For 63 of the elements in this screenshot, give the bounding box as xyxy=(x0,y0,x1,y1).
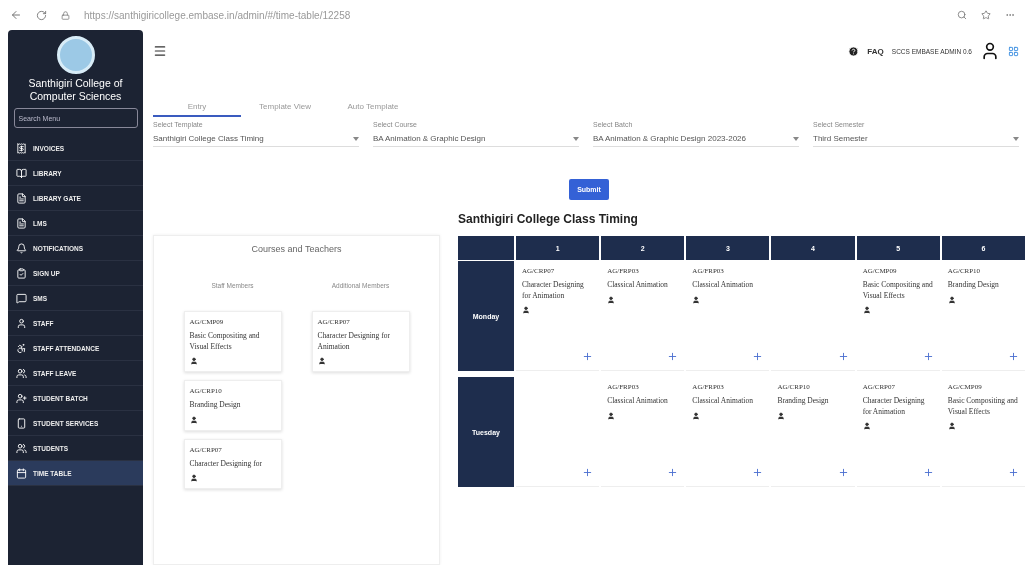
menu-item-icon xyxy=(16,467,27,479)
add-button[interactable] xyxy=(667,467,679,478)
faq-link[interactable]: FAQ xyxy=(867,46,884,56)
menu-item-icon xyxy=(16,317,27,329)
add-button[interactable] xyxy=(752,467,764,478)
teacher-icon xyxy=(607,411,616,420)
menu-item-icon xyxy=(16,142,27,154)
add-button[interactable] xyxy=(837,467,849,478)
teacher-icon xyxy=(317,357,326,365)
teacher-icon xyxy=(862,306,871,314)
header-corner xyxy=(458,236,514,260)
teacher-icon xyxy=(607,295,616,304)
back-icon[interactable] xyxy=(10,9,22,21)
college-logo xyxy=(56,36,95,74)
college-name: Santhigiri College of Computer Sciences xyxy=(27,77,124,103)
add-button[interactable] xyxy=(1008,351,1019,362)
add-button[interactable] xyxy=(582,467,594,478)
caret-icon xyxy=(1013,136,1019,141)
menu-item-icon xyxy=(16,292,27,304)
teacher-icon xyxy=(189,474,198,482)
field-value: Santhigiri College Class Timing xyxy=(153,134,264,143)
add-button[interactable] xyxy=(1008,467,1019,478)
teacher-icon xyxy=(189,357,198,365)
caret-icon xyxy=(793,136,799,141)
add-button[interactable] xyxy=(752,351,764,362)
teacher-icon xyxy=(522,306,530,314)
menu-item-icon xyxy=(16,192,27,204)
field-value: Third Semester xyxy=(813,134,868,143)
search-icon[interactable] xyxy=(957,10,967,20)
caret-icon xyxy=(573,136,579,141)
menu-item-icon xyxy=(16,442,27,454)
avatar-icon[interactable] xyxy=(980,41,1000,61)
menu-item-icon xyxy=(16,342,27,354)
panel-title: Courses and Teachers xyxy=(251,244,342,254)
menu-item-icon xyxy=(16,367,27,379)
teacher-icon xyxy=(947,295,956,304)
lock-icon xyxy=(61,10,70,20)
teacher-icon xyxy=(777,411,786,420)
add-button[interactable] xyxy=(922,351,934,362)
timetable-title: Santhigiri College Class Timing xyxy=(458,212,639,226)
teacher-icon xyxy=(947,422,956,430)
apps-icon[interactable] xyxy=(1008,45,1019,57)
field-value: BA Animation & Graphic Design 2023-2026 xyxy=(593,134,746,143)
teacher-icon xyxy=(692,411,701,420)
menu-item-icon xyxy=(16,267,27,279)
add-button[interactable] xyxy=(667,351,679,362)
caret-icon xyxy=(353,136,359,141)
add-button[interactable] xyxy=(582,351,594,362)
menu-item-icon xyxy=(16,242,27,254)
menu-item-icon xyxy=(16,217,27,229)
field-value: BA Animation & Graphic Design xyxy=(373,134,486,143)
menu-icon[interactable] xyxy=(153,44,167,58)
teacher-icon xyxy=(692,295,701,304)
teacher-icon xyxy=(862,422,871,430)
teacher-icon xyxy=(189,415,198,424)
reload-icon[interactable] xyxy=(36,9,47,21)
add-button[interactable] xyxy=(922,467,934,478)
add-button[interactable] xyxy=(837,351,849,362)
star-icon[interactable] xyxy=(981,10,991,20)
menu-item-icon xyxy=(16,417,27,429)
help-icon[interactable] xyxy=(848,45,860,57)
menu-item-icon xyxy=(16,167,27,179)
menu-item-icon xyxy=(16,392,27,404)
